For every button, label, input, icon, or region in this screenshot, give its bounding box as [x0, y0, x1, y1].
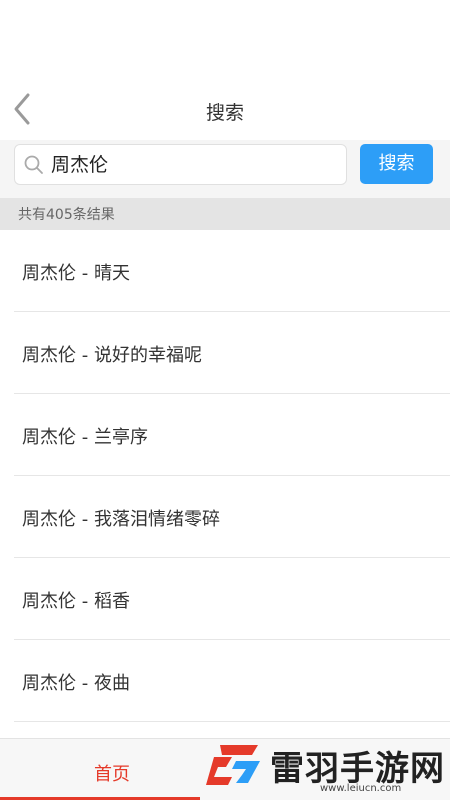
result-item[interactable]: 周杰伦 - 稻香: [14, 558, 450, 640]
result-item[interactable]: 周杰伦 - 兰亭序: [14, 394, 450, 476]
watermark-url: www.leiucn.com: [320, 783, 402, 794]
search-row: 周杰伦 搜索: [0, 140, 450, 198]
result-count: 共有405条结果: [18, 207, 115, 223]
search-icon: [24, 155, 43, 174]
result-item[interactable]: 周杰伦 - 夜曲: [14, 640, 450, 722]
result-item-label: 周杰伦 - 夜曲: [22, 673, 130, 694]
app-screen: 搜索 周杰伦 搜索 共有405条结果 周杰伦 - 晴天 周杰伦 - 说好的幸福呢…: [0, 0, 450, 800]
result-item-label: 周杰伦 - 兰亭序: [22, 427, 148, 448]
result-list: 周杰伦 - 晴天 周杰伦 - 说好的幸福呢 周杰伦 - 兰亭序 周杰伦 - 我落…: [0, 230, 450, 722]
result-item-label: 周杰伦 - 晴天: [22, 263, 130, 284]
watermark-logo-icon: [206, 745, 260, 785]
header-bar: 搜索: [0, 80, 450, 140]
result-item[interactable]: 周杰伦 - 说好的幸福呢: [14, 312, 450, 394]
search-input[interactable]: 周杰伦: [14, 144, 347, 185]
result-item-label: 周杰伦 - 我落泪情绪零碎: [22, 509, 220, 530]
result-item[interactable]: 周杰伦 - 我落泪情绪零碎: [14, 476, 450, 558]
tab-home[interactable]: 首页: [52, 760, 172, 786]
result-item[interactable]: 周杰伦 - 晴天: [14, 230, 450, 312]
page-title: 搜索: [205, 102, 244, 124]
result-item-label: 周杰伦 - 说好的幸福呢: [22, 345, 202, 366]
result-count-bar: 共有405条结果: [0, 198, 450, 230]
search-button[interactable]: 搜索: [360, 144, 433, 184]
result-item-label: 周杰伦 - 稻香: [22, 591, 130, 612]
search-value: 周杰伦: [51, 154, 109, 176]
